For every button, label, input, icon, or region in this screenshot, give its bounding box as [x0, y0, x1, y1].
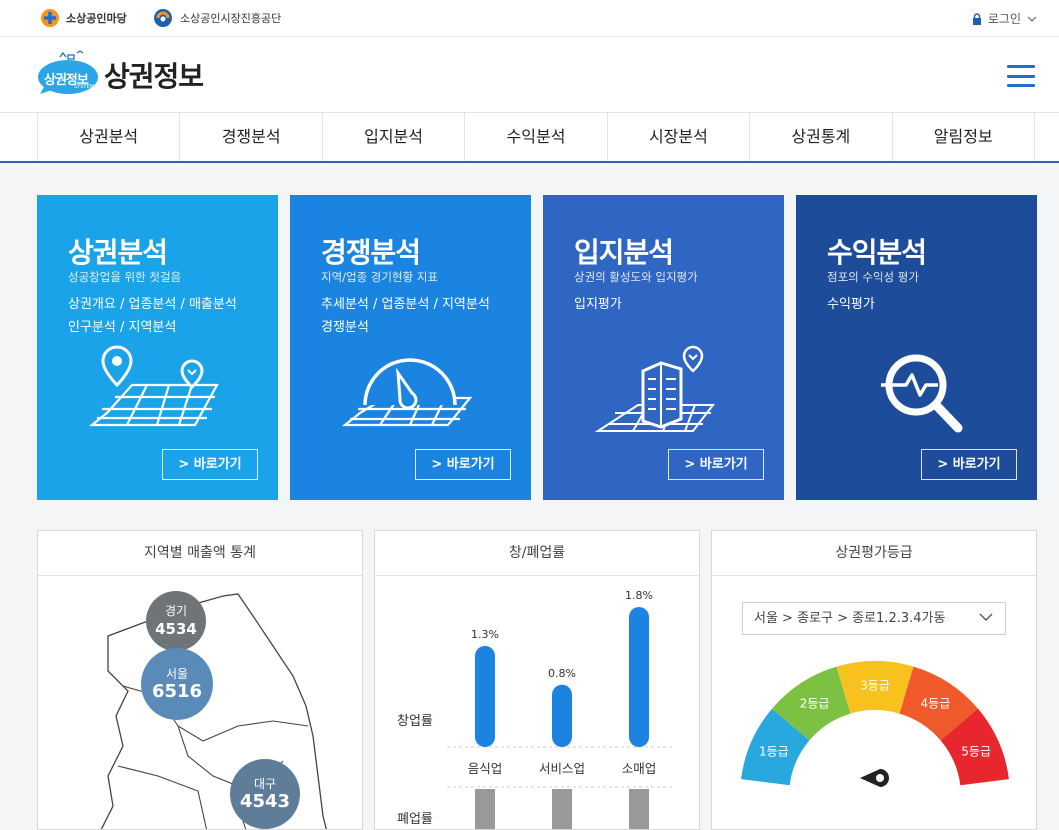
nav-item-traditional-market-analysis[interactable]: 시장분석	[608, 113, 751, 161]
gauge-needle	[860, 769, 889, 787]
grade-label: 1등급	[759, 744, 789, 758]
nav-item-location-analysis[interactable]: 입지분석	[323, 113, 466, 161]
row-label-close: 폐업률	[397, 812, 433, 827]
bar-close[interactable]	[629, 789, 649, 830]
nav-item-competition-analysis[interactable]: 경쟁분석	[180, 113, 323, 161]
tile-link-line[interactable]: 수익평가	[827, 293, 1027, 316]
bar-open[interactable]	[552, 684, 572, 747]
bar-open[interactable]	[475, 645, 495, 747]
tile-link-line[interactable]: 추세분석 / 업종분석 / 지역분석	[321, 293, 521, 316]
open-close-rate-chart: 창업률폐업률 1.3% 음식업 0.8% 서비스업 1.8% 소매업	[375, 531, 699, 830]
tile-location-analysis[interactable]: 입지분석 상권의 활성도와 입지평가 입지평가 > 바로가기	[543, 195, 784, 500]
tile-subtitle: 점포의 수익성 평가	[827, 270, 919, 284]
go-button[interactable]: > 바로가기	[415, 449, 511, 480]
tile-link-line[interactable]: 입지평가	[574, 293, 774, 316]
tile-links: 수익평가	[827, 293, 1027, 316]
panel-regional-sales: 지역별 매출액 통계 경기 4534 서울 6516 대구 4543	[37, 530, 363, 830]
logo-badge-small-text: SYSTEM	[74, 84, 94, 90]
lock-icon	[972, 12, 981, 25]
region-bubble-gyeonggi[interactable]: 경기 4534	[146, 591, 206, 651]
tile-title: 입지분석	[574, 236, 674, 269]
panel-title: 지역별 매출액 통계	[38, 531, 362, 576]
login-label: 로그인	[987, 12, 1021, 26]
go-button[interactable]: > 바로가기	[921, 449, 1017, 480]
region-name: 경기	[164, 603, 188, 618]
login-button[interactable]: 로그인	[972, 10, 1037, 27]
logo-badge[interactable]: 상권정보 SYSTEM	[38, 49, 102, 95]
region-name: 대구	[253, 776, 277, 791]
tile-subtitle: 지역/업종 경기현황 지표	[321, 270, 438, 284]
bar-open-label: 1.8%	[625, 589, 653, 602]
nav-item-market-analysis[interactable]: 상권분석	[38, 113, 181, 161]
go-button[interactable]: > 바로가기	[668, 449, 764, 480]
region-bubble-daegu[interactable]: 대구 4543	[230, 759, 300, 829]
gauge-needle-hub	[876, 774, 884, 782]
category-label: 소매업	[622, 761, 657, 776]
chevron-down-icon	[1027, 16, 1037, 22]
bar-close[interactable]	[475, 789, 495, 830]
tile-links: 추세분석 / 업종분석 / 지역분석 경쟁분석	[321, 293, 521, 339]
go-button[interactable]: > 바로가기	[162, 449, 258, 480]
region-value: 4534	[155, 619, 197, 638]
tile-links: 입지평가	[574, 293, 774, 316]
panel-open-close-rate: 창/폐업률 창업률 폐업률 1.3% 음식업 0.8% 서비스업 1.8% 소매업	[374, 530, 700, 830]
row-label-open: 창업률	[397, 714, 433, 729]
tile-competition-analysis[interactable]: 경쟁분석 지역/업종 경기현황 지표 추세분석 / 업종분석 / 지역분석 경쟁…	[290, 195, 531, 500]
main-nav: 상권분석 경쟁분석 입지분석 수익분석 시장분석 상권통계 알림정보	[0, 113, 1059, 163]
magnifier-pulse-icon	[881, 354, 963, 433]
sosang-madang-logo-icon	[41, 9, 59, 27]
bar-open[interactable]	[629, 607, 649, 747]
semas-logo-icon	[154, 9, 172, 27]
region-value: 6516	[151, 680, 203, 702]
gauge-grid-icon	[341, 358, 473, 427]
tile-title: 상권분석	[68, 236, 168, 269]
bar-close[interactable]	[552, 789, 572, 830]
category-label: 음식업	[468, 761, 503, 776]
tile-link-line[interactable]: 인구분석 / 지역분석	[68, 316, 268, 339]
map-pin-grid-icon	[88, 345, 219, 427]
nav-item-notice[interactable]: 알림정보	[893, 113, 1035, 161]
category-label: 서비스업	[539, 761, 585, 776]
tile-market-analysis[interactable]: 상권분석 성공창업을 위한 첫걸음 상권개요 / 업종분석 / 매출분석 인구분…	[37, 195, 278, 500]
region-value: 4543	[239, 790, 291, 812]
tile-link-line[interactable]: 상권개요 / 업종분석 / 매출분석	[68, 293, 268, 316]
region-name: 서울	[165, 666, 189, 681]
grade-label: 5등급	[961, 744, 991, 758]
grade-label: 3등급	[860, 679, 890, 693]
region-bubble-seoul[interactable]: 서울 6516	[141, 648, 213, 720]
grade-label: 4등급	[921, 696, 951, 710]
bar-open-label: 0.8%	[548, 667, 576, 680]
tile-links: 상권개요 / 업종분석 / 매출분석 인구분석 / 지역분석	[68, 293, 268, 339]
tile-link-line[interactable]: 경쟁분석	[321, 316, 521, 339]
menu-icon[interactable]	[1007, 65, 1035, 87]
top-utility-bar: 소상공인마당 소상공인시장진흥공단 로그인	[0, 0, 1059, 37]
tile-subtitle: 상권의 활성도와 입지평가	[574, 270, 698, 284]
grade-label: 2등급	[800, 696, 830, 710]
brand2-label: 소상공인시장진흥공단	[180, 12, 282, 25]
brand1-label: 소상공인마당	[66, 12, 127, 25]
grade-gauge: 1등급 2등급 3등급 4등급 5등급	[712, 531, 1036, 829]
tile-profit-analysis[interactable]: 수익분석 점포의 수익성 평가 수익평가 > 바로가기	[796, 195, 1037, 500]
tile-title: 수익분석	[827, 236, 927, 269]
site-header: 상권정보 SYSTEM 상권정보	[0, 37, 1059, 113]
nav-item-market-statistics[interactable]: 상권통계	[750, 113, 893, 161]
service-tiles: 상권분석 성공창업을 위한 첫걸음 상권개요 / 업종분석 / 매출분석 인구분…	[37, 195, 1037, 500]
sosang-madang-link[interactable]: 소상공인마당	[40, 8, 127, 28]
nav-item-profit-analysis[interactable]: 수익분석	[465, 113, 608, 161]
building-grid-icon	[594, 345, 716, 432]
tile-subtitle: 성공창업을 위한 첫걸음	[68, 270, 182, 284]
site-logo-title[interactable]: 상권정보	[104, 55, 204, 95]
bar-open-label: 1.3%	[471, 628, 499, 641]
tile-title: 경쟁분석	[321, 236, 421, 269]
panel-market-grade: 상권평가등급 서울 > 종로구 > 종로1.2.3.4가동 1등급 2등급 3등급 4…	[711, 530, 1037, 830]
semas-link[interactable]: 소상공인시장진흥공단	[152, 8, 281, 28]
